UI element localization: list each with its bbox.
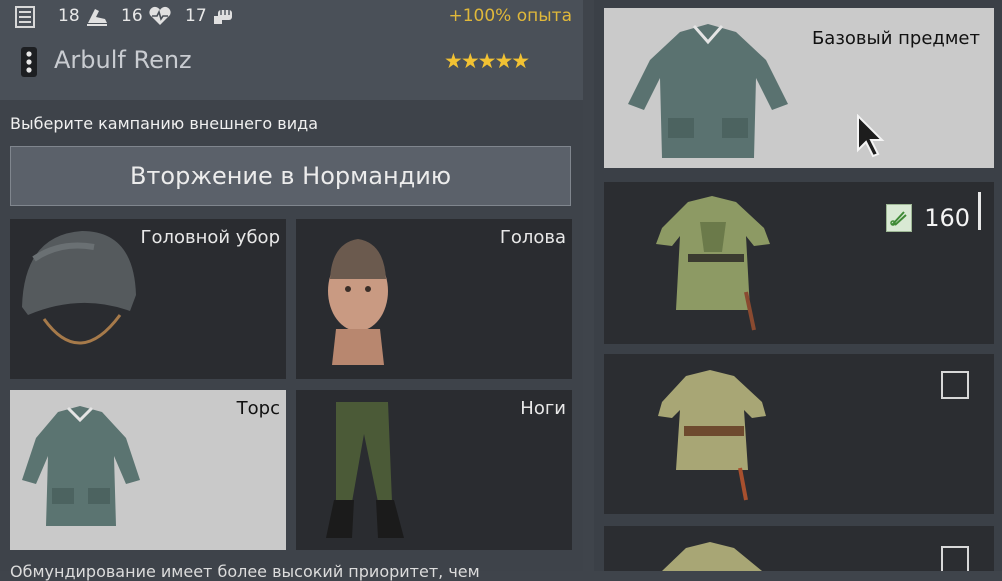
slot-head[interactable]: Голова — [296, 219, 572, 379]
item-checkbox[interactable] — [941, 371, 969, 399]
stat-value: 16 — [121, 6, 143, 26]
slot-torso[interactable]: Торс — [10, 390, 286, 550]
soldier-name: Arbulf Renz — [54, 46, 192, 74]
slot-label: Головной убор — [140, 227, 280, 248]
item-card-camo-1[interactable]: 160 — [604, 182, 994, 344]
item-checkbox[interactable] — [941, 546, 969, 571]
item-card-base[interactable]: Базовый предмет — [604, 8, 994, 168]
slot-label: Ноги — [520, 398, 566, 419]
mouse-cursor — [856, 114, 886, 158]
xp-bonus: +100% опыта — [448, 6, 572, 26]
camo-jacket-icon — [662, 542, 762, 571]
campaign-select-button[interactable]: Вторжение в Нормандию — [10, 146, 571, 206]
base-item-label: Базовый предмет — [811, 28, 980, 49]
stat-value: 18 — [58, 6, 80, 26]
rank-icon — [20, 46, 38, 78]
stat-strength: 17 — [185, 6, 236, 26]
scissors-icon — [886, 204, 913, 232]
heart-icon — [148, 6, 172, 26]
stat-health: 16 — [121, 6, 172, 26]
stat-value: 17 — [185, 6, 207, 26]
scrollbar-thumb[interactable] — [978, 192, 981, 230]
item-card-camo-2[interactable] — [604, 354, 994, 514]
slot-label: Торс — [236, 398, 280, 419]
slot-headwear[interactable]: Головной убор — [10, 219, 286, 379]
boot-icon — [85, 6, 109, 26]
slot-label: Голова — [499, 227, 566, 248]
item-price: 160 — [886, 204, 970, 232]
campaign-caption: Выберите кампанию внешнего вида — [10, 114, 318, 133]
fist-icon — [212, 6, 236, 26]
rating-stars: ★★★★★ — [444, 49, 530, 73]
slot-legs[interactable]: Ноги — [296, 390, 572, 550]
price-value: 160 — [924, 204, 970, 232]
item-card-camo-3[interactable] — [604, 526, 994, 571]
stat-agility: 18 — [58, 6, 109, 26]
list-icon[interactable] — [14, 6, 36, 28]
camo-jacket-icon — [658, 370, 766, 501]
priority-note: Обмундирование имеет более высокий приор… — [10, 562, 480, 581]
